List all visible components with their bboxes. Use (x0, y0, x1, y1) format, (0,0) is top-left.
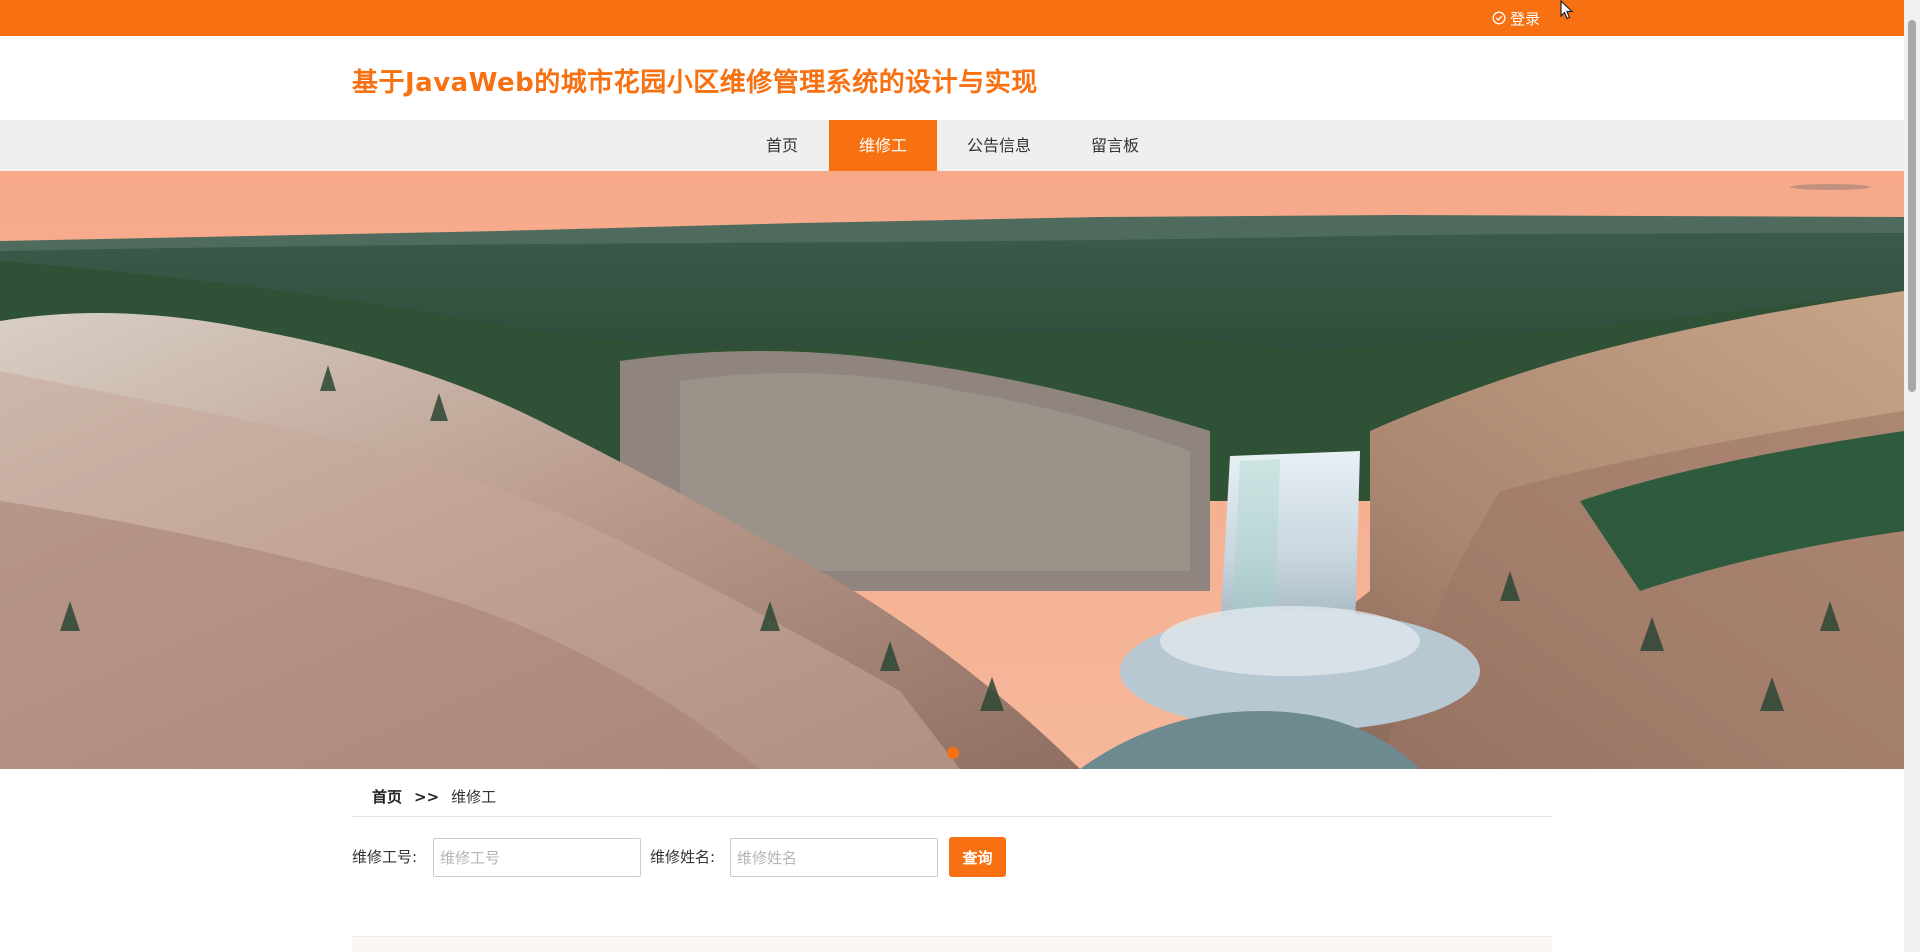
main-nav: 首页 维修工 公告信息 留言板 (0, 120, 1904, 171)
banner-carousel[interactable] (0, 171, 1904, 769)
worker-name-input[interactable] (730, 838, 938, 877)
breadcrumb: 首页 >> 维修工 (352, 777, 1552, 817)
login-label: 登录 (1510, 9, 1541, 28)
search-button[interactable]: 查询 (949, 837, 1006, 877)
check-circle-icon (1492, 11, 1506, 25)
nav-item-message-board[interactable]: 留言板 (1079, 120, 1151, 171)
page-scrollbar[interactable] (1904, 0, 1920, 952)
breadcrumb-current: 维修工 (451, 788, 497, 806)
worker-no-label: 维修工号: (352, 848, 418, 866)
breadcrumb-separator: >> (414, 787, 440, 806)
worker-no-input[interactable] (433, 838, 641, 877)
top-bar: 登录 (0, 0, 1904, 36)
nav-item-announcements[interactable]: 公告信息 (948, 120, 1050, 171)
search-form: 维修工号: 维修姓名: 查询 (352, 837, 1552, 877)
worker-name-label: 维修姓名: (650, 848, 716, 866)
login-link[interactable]: 登录 (1492, 8, 1540, 28)
carousel-indicator-dot[interactable] (947, 747, 959, 759)
breadcrumb-home-link[interactable]: 首页 (372, 786, 402, 807)
site-header: 基于JavaWeb的城市花园小区维修管理系统的设计与实现 (0, 36, 1904, 120)
scrollbar-thumb[interactable] (1908, 20, 1916, 392)
nav-item-repair-workers[interactable]: 维修工 (829, 120, 937, 171)
site-title[interactable]: 基于JavaWeb的城市花园小区维修管理系统的设计与实现 (352, 62, 1038, 99)
results-list (352, 936, 1552, 952)
banner-image (0, 171, 1904, 769)
mouse-cursor-icon (1560, 0, 1574, 20)
nav-item-home[interactable]: 首页 (746, 120, 818, 171)
